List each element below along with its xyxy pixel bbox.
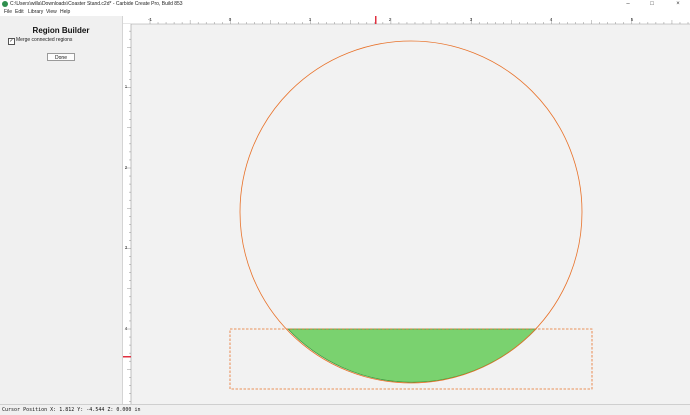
status-bar: Cursor Position X: 1.812 Y: -4.544 Z: 0.…: [0, 404, 690, 415]
horizontal-ruler: [123, 16, 690, 24]
ruler-label-neg1: -1: [148, 17, 152, 22]
cursor-position-readout: Cursor Position X: 1.812 Y: -4.544 Z: 0.…: [2, 407, 141, 413]
vertical-ruler: [123, 24, 131, 404]
vertical-cursor-marker: [123, 356, 131, 358]
horizontal-cursor-marker: [375, 16, 377, 24]
design-canvas[interactable]: -1 0 1 2 3 4 5 1 2 3 4: [0, 0, 690, 414]
